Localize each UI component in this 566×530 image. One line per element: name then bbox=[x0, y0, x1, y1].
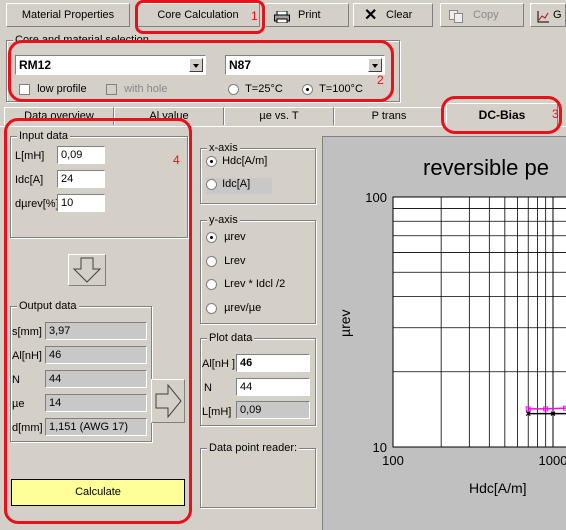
tab-ue-vs-t[interactable]: µe vs. T bbox=[224, 107, 334, 125]
annotation-1: 1 bbox=[251, 9, 258, 23]
plot-al-label: Al[nH ] bbox=[202, 358, 236, 370]
material-properties-label: Material Properties bbox=[21, 9, 115, 21]
radio-circle-selected[interactable] bbox=[206, 231, 217, 243]
clear-label: Clear bbox=[386, 9, 413, 21]
y-urev-radio[interactable]: µrev bbox=[206, 231, 246, 243]
plot-al-value: 46 bbox=[240, 357, 253, 369]
highlight-box-3 bbox=[441, 96, 562, 134]
graph-button[interactable]: G bbox=[530, 3, 566, 27]
plot-l-label: L[mH] bbox=[202, 406, 232, 418]
y-urev-label: µrev bbox=[224, 231, 246, 243]
clear-x-icon: ✕ bbox=[364, 7, 378, 24]
tab-label: µe vs. T bbox=[259, 110, 299, 122]
data-point-reader-legend: Data point reader: bbox=[207, 442, 300, 454]
x-axis-legend: x-axis bbox=[207, 142, 240, 154]
y-lrev-radio[interactable]: Lrev bbox=[206, 255, 245, 267]
chart-svg: reversible pe µrev Hdc[A/m] 100100010000… bbox=[337, 155, 566, 496]
x-tick-label: 1000 bbox=[539, 453, 566, 468]
radio-circle[interactable] bbox=[206, 278, 217, 290]
plot-al-field[interactable]: 46 bbox=[236, 354, 310, 372]
radio-circle[interactable] bbox=[206, 302, 217, 314]
chart-ylabel: µrev bbox=[337, 309, 353, 337]
highlight-box-2 bbox=[8, 40, 394, 102]
radio-circle-selected[interactable] bbox=[206, 155, 217, 167]
tab-label: P trans bbox=[371, 110, 407, 122]
highlight-box-1 bbox=[135, 0, 265, 34]
plot-n-value: 44 bbox=[240, 381, 253, 393]
plot-data-legend: Plot data bbox=[207, 332, 255, 344]
x-idc-label: Idc[A] bbox=[222, 178, 251, 190]
plot-l-value: 0,09 bbox=[240, 404, 262, 416]
clear-button[interactable]: ✕ Clear bbox=[353, 3, 433, 27]
y-axis-legend: y-axis bbox=[207, 214, 240, 226]
plot-n-field[interactable]: 44 bbox=[236, 378, 310, 396]
print-button[interactable]: Print bbox=[265, 3, 349, 27]
y-urev-ue-label: µrev/µe bbox=[224, 302, 262, 314]
x-tick-label: 100 bbox=[382, 453, 404, 468]
x-hdc-radio[interactable]: Hdc[A/m] bbox=[206, 155, 272, 170]
annotation-3: 3 bbox=[552, 107, 559, 121]
chart-title: reversible pe bbox=[423, 155, 549, 180]
x-hdc-label: Hdc[A/m] bbox=[222, 155, 268, 167]
y-tick-label: 10 bbox=[373, 440, 387, 455]
copy-icon bbox=[449, 9, 463, 31]
y-urev-ue-radio[interactable]: µrev/µe bbox=[206, 302, 261, 314]
y-tick-label: 100 bbox=[365, 190, 387, 205]
copy-button[interactable]: Copy bbox=[440, 3, 524, 27]
x-idc-radio[interactable]: Idc[A] bbox=[206, 178, 272, 194]
plot-n-label: N bbox=[204, 382, 212, 394]
radio-circle[interactable] bbox=[206, 178, 217, 190]
graph-icon bbox=[537, 9, 549, 31]
highlight-box-4 bbox=[4, 118, 192, 524]
print-label: Print bbox=[298, 9, 321, 21]
copy-label: Copy bbox=[473, 9, 499, 21]
data-point-reader-group: Data point reader: bbox=[200, 442, 316, 508]
tab-p-trans[interactable]: P trans bbox=[334, 107, 444, 125]
radio-circle[interactable] bbox=[206, 255, 217, 267]
y-lrev-label: Lrev bbox=[224, 255, 246, 267]
plot-l-field: 0,09 bbox=[236, 401, 310, 419]
y-lrev-idc-radio[interactable]: Lrev * Idcl /2 bbox=[206, 278, 285, 290]
chart-panel: reversible pe µrev Hdc[A/m] 100100010000… bbox=[322, 136, 566, 530]
chart-xlabel: Hdc[A/m] bbox=[469, 480, 527, 496]
annotation-2: 2 bbox=[377, 73, 384, 87]
annotation-4: 4 bbox=[173, 153, 180, 167]
material-properties-button[interactable]: Material Properties bbox=[6, 3, 130, 27]
y-lrev-idc-label: Lrev * Idcl /2 bbox=[224, 278, 286, 290]
graph-label: G bbox=[553, 9, 562, 21]
printer-icon bbox=[274, 9, 290, 24]
